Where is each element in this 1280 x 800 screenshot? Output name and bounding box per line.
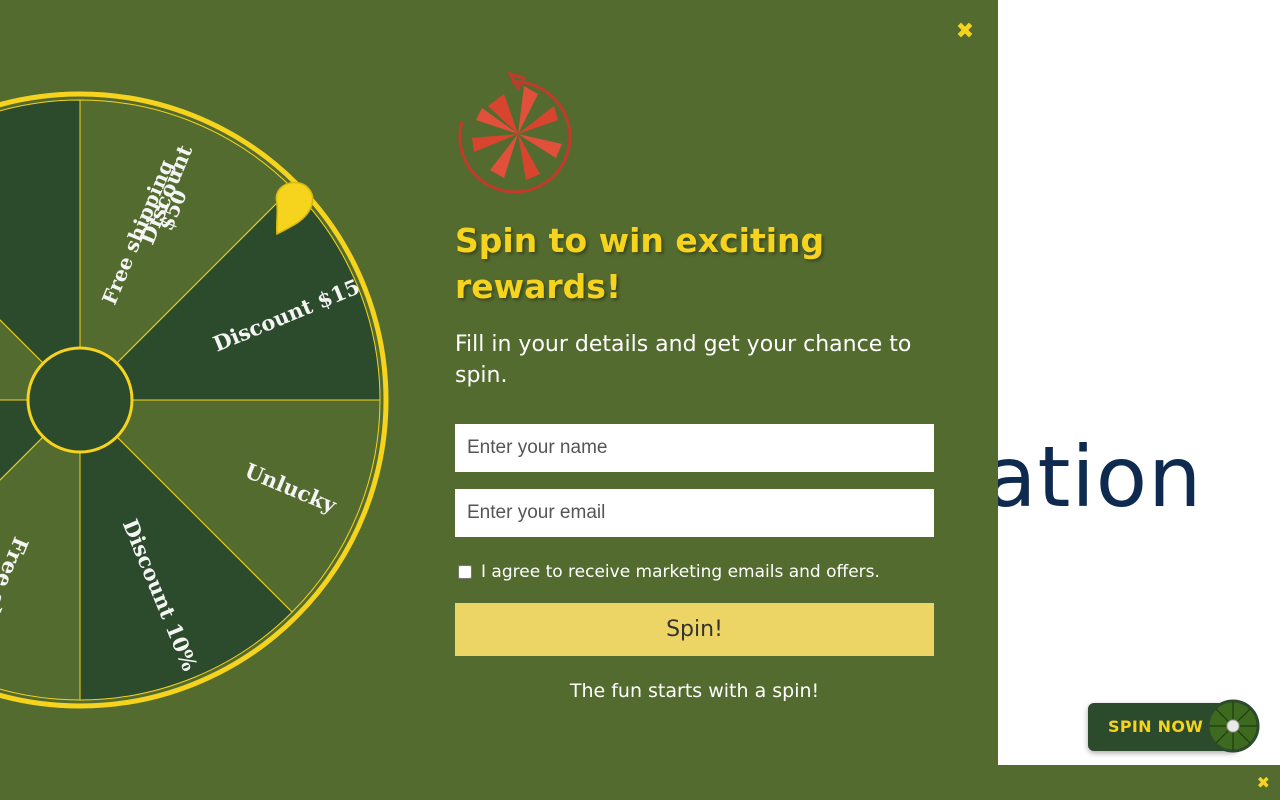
wheel-hub bbox=[26, 346, 134, 454]
background-heading-text: ation bbox=[985, 428, 1203, 526]
consent-label: I agree to receive marketing emails and … bbox=[481, 562, 880, 582]
popup-close-icon[interactable]: ✖ bbox=[952, 18, 978, 46]
mini-wheel-icon[interactable] bbox=[1206, 699, 1260, 753]
bottom-bar-close-icon[interactable]: ✖ bbox=[1257, 773, 1270, 792]
consent-row[interactable]: I agree to receive marketing emails and … bbox=[458, 562, 880, 582]
name-input[interactable] bbox=[455, 424, 934, 472]
gift-wheel-icon bbox=[458, 71, 572, 194]
popup-tagline: The fun starts with a spin! bbox=[569, 680, 820, 702]
spin-wheel-popup: ✖ Discount Free shipping $50 Discount $1… bbox=[0, 0, 998, 800]
bottom-bar: ✖ bbox=[998, 765, 1280, 800]
prize-wheel: Discount Free shipping $50 Discount $15 … bbox=[0, 91, 389, 709]
popup-headline: Spin to win exciting rewards! bbox=[455, 221, 825, 306]
spin-button[interactable]: Spin! bbox=[455, 603, 934, 656]
email-input[interactable] bbox=[455, 489, 934, 537]
consent-checkbox[interactable] bbox=[458, 565, 472, 579]
spin-now-label: SPIN NOW bbox=[1108, 717, 1204, 736]
popup-subtext: Fill in your details and get your chance… bbox=[455, 332, 912, 388]
